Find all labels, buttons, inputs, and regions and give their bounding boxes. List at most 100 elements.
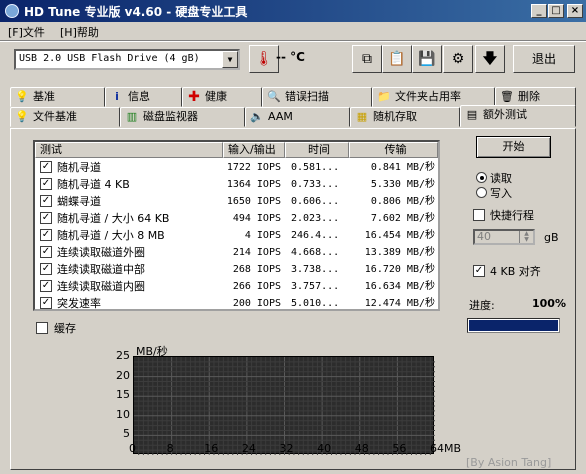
tab-info[interactable]: i 信息 [105, 87, 182, 107]
row-checkbox[interactable]: ✓ [40, 178, 52, 190]
row-checkbox[interactable]: ✓ [40, 297, 52, 309]
x-tick-label: 56 [392, 442, 407, 455]
folder-icon: 📁 [377, 90, 391, 103]
table-row[interactable]: ✓ 连续读取磁道内圈 266 IOPS 3.757... 16.634 MB/秒 [35, 278, 438, 295]
row-checkbox[interactable]: ✓ [40, 161, 52, 173]
maximize-button[interactable]: □ [548, 4, 564, 18]
column-header-io[interactable]: 输入/输出 [223, 142, 285, 158]
tab-label: 磁盘监视器 [143, 110, 198, 123]
tab-label: 额外测试 [483, 108, 527, 121]
save-icon: 💾 [418, 51, 436, 67]
table-row[interactable]: ✓ 突发速率 200 IOPS 5.010... 12.474 MB/秒 [35, 295, 438, 309]
tab-health[interactable]: ✚ 健康 [182, 87, 262, 107]
test-name: 连续读取磁道中部 [57, 263, 145, 276]
window-title: HD Tune 专业版 v4.60 - 硬盘专业工具 [24, 5, 248, 19]
tab-label: 文件夹占用率 [395, 90, 461, 103]
extra-icon: ▤ [466, 108, 478, 121]
table-row[interactable]: ✓ 随机寻道 4 KB 1364 IOPS 0.733... 5.330 MB/秒 [35, 176, 438, 193]
progress-value: 100% [532, 297, 566, 310]
column-header-transfer[interactable]: 传输 [349, 142, 438, 158]
row-checkbox[interactable]: ✓ [40, 195, 52, 207]
random-icon: ▦ [356, 110, 368, 123]
close-button[interactable]: × [567, 4, 583, 18]
row-checkbox[interactable]: ✓ [40, 263, 52, 275]
short-stroke-input[interactable]: 40 ▲ ▼ [473, 229, 535, 245]
y-tick-label: 20 [116, 368, 130, 382]
tab-error-scan[interactable]: 🔍 错误扫描 [262, 87, 372, 107]
transfer-value: 16.454 MB/秒 [364, 230, 435, 241]
temperature-button[interactable]: 🌡 [249, 45, 279, 73]
x-tick-label: 8 [166, 442, 174, 455]
tab-benchmark[interactable]: 💡 基准 [10, 87, 105, 107]
test-name: 随机寻道 / 大小 64 KB [57, 212, 170, 225]
table-row[interactable]: ✓ 随机寻道 / 大小 64 KB 494 IOPS 2.023... 7.602 MB… [35, 210, 438, 227]
minimize-button[interactable]: _ [531, 4, 547, 18]
io-value: 1650 IOPS [226, 196, 281, 207]
test-name: 随机寻道 4 KB [57, 178, 130, 191]
download-button[interactable]: 🡇 [475, 45, 505, 73]
watermark: [By Asion Tang] [466, 456, 552, 469]
write-label: 写入 [490, 187, 512, 200]
align-4kb-checkbox[interactable]: ✓ [473, 265, 485, 277]
time-value: 246.4... [291, 230, 340, 241]
column-header-test[interactable]: 测试 [35, 142, 223, 158]
menu-help[interactable]: [H]帮助 [60, 24, 99, 40]
transfer-chart [133, 356, 435, 455]
tab-disk-monitor[interactable]: ▥ 磁盘监视器 [120, 107, 245, 127]
menu-file[interactable]: [F]文件 [8, 24, 45, 40]
copy-button[interactable]: ⧉ [352, 45, 382, 73]
row-checkbox[interactable]: ✓ [40, 280, 52, 292]
write-radio[interactable] [476, 187, 487, 198]
io-value: 1364 IOPS [226, 179, 281, 190]
y-tick-label: 10 [116, 407, 130, 421]
tab-aam[interactable]: 🔈 AAM [245, 107, 350, 127]
bulb-icon: 💡 [15, 90, 29, 103]
x-tick-label: 32 [279, 442, 294, 455]
file-bulb-icon: 💡 [15, 110, 29, 123]
drive-select[interactable]: USB 2.0 USB Flash Drive (4 gB) ▼ [14, 49, 240, 70]
time-value: 0.581... [291, 162, 340, 173]
table-row[interactable]: ✓ 蝴蝶寻道 1650 IOPS 0.606... 0.806 MB/秒 [35, 193, 438, 210]
table-row[interactable]: ✓ 随机寻道 / 大小 8 MB 4 IOPS 246.4... 16.454 MB/秒 [35, 227, 438, 244]
spinner-arrows-icon[interactable]: ▲ ▼ [519, 231, 533, 243]
cache-checkbox[interactable] [36, 322, 48, 334]
cache-label: 缓存 [54, 322, 76, 335]
transfer-value: 0.841 MB/秒 [370, 162, 435, 173]
short-stroke-checkbox[interactable] [473, 209, 485, 221]
test-name: 随机寻道 / 大小 8 MB [57, 229, 165, 242]
copy-icon: ⧉ [362, 51, 372, 67]
table-row[interactable]: ✓ 随机寻道 1722 IOPS 0.581... 0.841 MB/秒 [35, 159, 438, 176]
progress-label: 进度: [469, 299, 495, 312]
exit-button[interactable]: 退出 [513, 45, 575, 73]
transfer-value: 16.634 MB/秒 [364, 281, 435, 292]
test-name: 随机寻道 [57, 161, 101, 174]
row-checkbox[interactable]: ✓ [40, 246, 52, 258]
plus-icon: ✚ [188, 89, 200, 105]
table-row[interactable]: ✓ 连续读取磁道外圈 214 IOPS 4.668... 13.389 MB/秒 [35, 244, 438, 261]
tab-erase[interactable]: 🗑 删除 [495, 87, 576, 107]
column-header-time[interactable]: 时间 [285, 142, 349, 158]
tab-file-benchmark[interactable]: 💡 文件基准 [10, 107, 120, 127]
row-checkbox[interactable]: ✓ [40, 229, 52, 241]
short-stroke-unit: gB [544, 231, 559, 244]
chart-grid [134, 357, 435, 455]
paste-button[interactable]: 📋 [382, 45, 412, 73]
save-button[interactable]: 💾 [412, 45, 442, 73]
tab-random-access[interactable]: ▦ 随机存取 [350, 107, 460, 127]
read-radio[interactable] [476, 172, 487, 183]
settings-button[interactable]: ⚙ [443, 45, 473, 73]
menu-bar: [F]文件 [H]帮助 [0, 22, 586, 40]
time-value: 0.606... [291, 196, 340, 207]
tab-label: 删除 [518, 90, 540, 103]
transfer-value: 0.806 MB/秒 [370, 196, 435, 207]
menu-divider [0, 40, 586, 42]
tab-extra-tests[interactable]: ▤ 额外测试 [460, 105, 576, 127]
row-checkbox[interactable]: ✓ [40, 212, 52, 224]
progress-bar [467, 318, 560, 333]
start-button[interactable]: 开始 [476, 136, 551, 158]
table-row[interactable]: ✓ 连续读取磁道中部 268 IOPS 3.738... 16.720 MB/秒 [35, 261, 438, 278]
speaker-icon: 🔈 [250, 110, 264, 123]
tab-folder-usage[interactable]: 📁 文件夹占用率 [372, 87, 495, 107]
chevron-down-icon[interactable]: ▼ [222, 51, 238, 68]
temperature-readout: -- °C [276, 50, 305, 64]
